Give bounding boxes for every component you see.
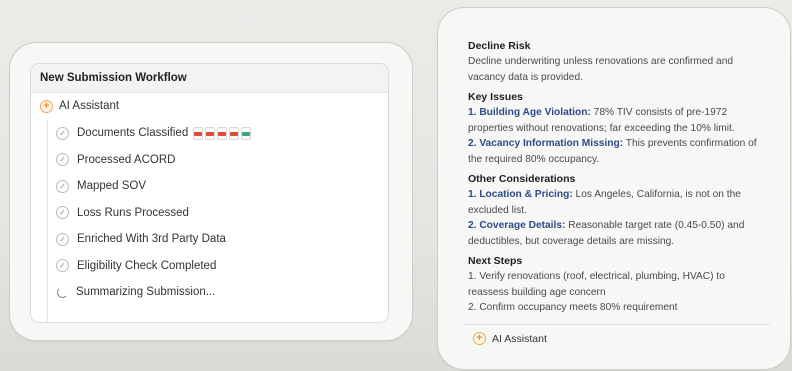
- item-label: 1. Location & Pricing:: [468, 189, 573, 200]
- pdf-file-icon[interactable]: [217, 126, 228, 140]
- section-title: Key Issues: [468, 91, 523, 103]
- analysis-content: Decline Risk Decline underwriting unless…: [468, 40, 768, 322]
- step-label: Eligibility Check Completed: [77, 259, 217, 272]
- section-text: Decline underwriting unless renovations …: [468, 56, 734, 83]
- other-considerations-section: Other Considerations 1. Location & Prici…: [468, 173, 768, 249]
- plus-icon: +: [473, 332, 486, 345]
- step-label: Documents Classified: [77, 127, 189, 140]
- step-summarizing: Summarizing Submission...: [48, 279, 388, 306]
- step-mapped-sov: ✓ Mapped SOV: [48, 173, 388, 200]
- section-title: Other Considerations: [468, 173, 576, 185]
- step-label: Enriched With 3rd Party Data: [77, 233, 226, 246]
- ai-assistant-label: AI Assistant: [492, 332, 547, 345]
- ai-assistant-row[interactable]: + AI Assistant: [463, 324, 770, 352]
- document-icons: [193, 126, 252, 140]
- ai-assistant-label: AI Assistant: [59, 100, 120, 112]
- pdf-file-icon[interactable]: [229, 126, 240, 140]
- step-processed-acord: ✓ Processed ACORD: [48, 147, 388, 174]
- check-circle-icon: ✓: [56, 126, 69, 140]
- list-item: 2. Vacancy Information Missing: This pre…: [468, 136, 768, 167]
- pdf-file-icon[interactable]: [205, 126, 216, 140]
- check-circle-icon: ✓: [56, 153, 69, 167]
- step-label: Mapped SOV: [77, 180, 147, 193]
- spreadsheet-file-icon[interactable]: [241, 126, 252, 140]
- list-item: 2. Coverage Details: Reasonable target r…: [468, 218, 768, 249]
- plus-icon: +: [40, 99, 53, 113]
- step-label: Processed ACORD: [77, 153, 176, 166]
- check-circle-icon: ✓: [56, 232, 69, 246]
- item-label: 2. Vacancy Information Missing:: [468, 138, 624, 149]
- section-title: Decline Risk: [468, 40, 531, 52]
- step-loss-runs-processed: ✓ Loss Runs Processed: [48, 200, 388, 227]
- workflow-panel: New Submission Workflow + AI Assistant ✓…: [31, 64, 388, 322]
- spinner-icon: [57, 286, 68, 298]
- workflow-title: New Submission Workflow: [31, 64, 388, 93]
- next-steps-section: Next Steps 1. Verify renovations (roof, …: [468, 255, 768, 316]
- key-issues-section: Key Issues 1. Building Age Violation: 78…: [468, 91, 768, 167]
- workflow-steps: ✓ Documents Classified ✓ Processed ACORD…: [47, 120, 388, 322]
- workflow-card: New Submission Workflow + AI Assistant ✓…: [10, 43, 412, 340]
- check-circle-icon: ✓: [56, 179, 69, 193]
- step-documents-classified: ✓ Documents Classified: [48, 120, 388, 147]
- list-item: 1. Verify renovations (roof, electrical,…: [468, 271, 725, 298]
- list-item: 1. Location & Pricing: Los Angeles, Cali…: [468, 187, 768, 218]
- list-item: 2. Confirm occupancy meets 80% requireme…: [468, 302, 678, 313]
- pdf-file-icon[interactable]: [193, 126, 204, 140]
- step-eligibility-check: ✓ Eligibility Check Completed: [48, 253, 388, 280]
- step-label: Loss Runs Processed: [77, 206, 189, 219]
- check-circle-icon: ✓: [56, 206, 69, 220]
- item-label: 2. Coverage Details:: [468, 220, 566, 231]
- ai-assistant-row[interactable]: + AI Assistant: [31, 93, 388, 119]
- decline-risk-section: Decline Risk Decline underwriting unless…: [468, 40, 768, 85]
- list-item: 1. Building Age Violation: 78% TIV consi…: [468, 105, 768, 136]
- check-circle-icon: ✓: [56, 259, 69, 273]
- analysis-card: Decline Risk Decline underwriting unless…: [438, 8, 790, 369]
- step-label: Summarizing Submission...: [76, 286, 216, 299]
- step-enriched-data: ✓ Enriched With 3rd Party Data: [48, 226, 388, 253]
- item-label: 1. Building Age Violation:: [468, 107, 591, 118]
- section-title: Next Steps: [468, 255, 523, 267]
